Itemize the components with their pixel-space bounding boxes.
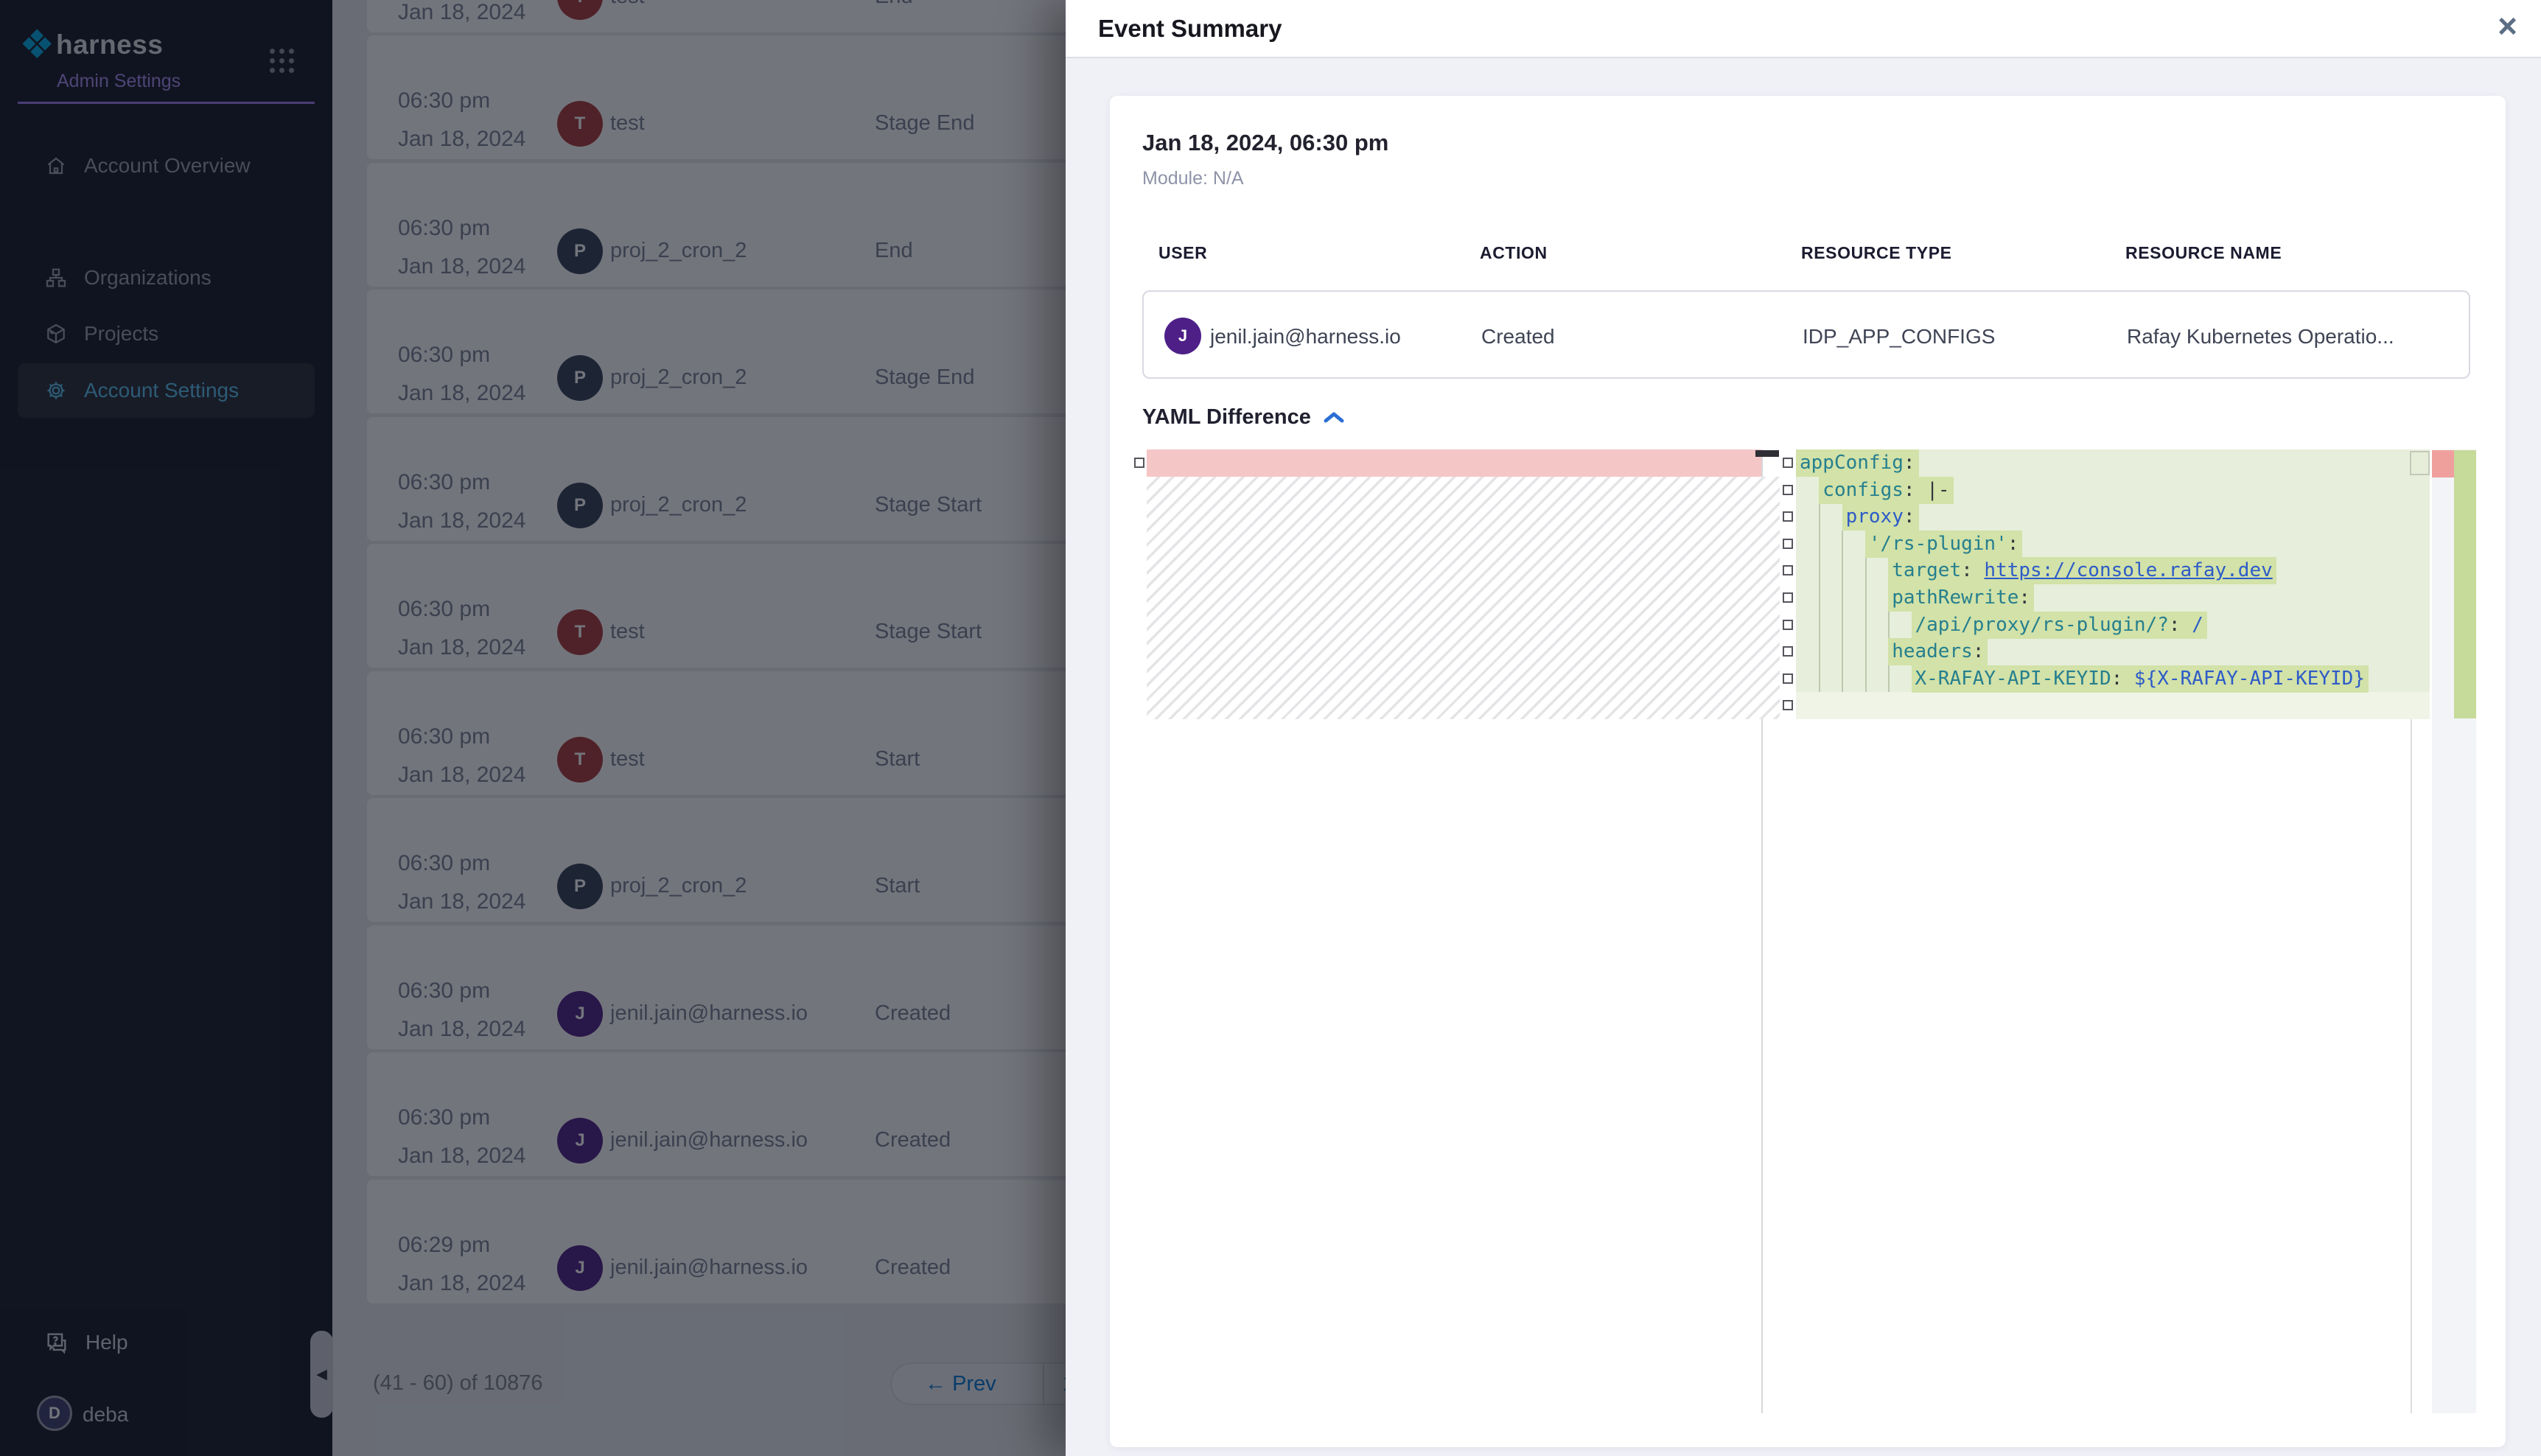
yaml-code-line: appConfig: <box>1796 449 2430 477</box>
yaml-code-line: X-RAFAY-API-KEYID: ${X-RAFAY-API-KEYID} <box>1796 665 2430 693</box>
event-resource-type: IDP_APP_CONFIGS <box>1803 325 1995 349</box>
event-table-row: Jjenil.jain@harness.io Created IDP_APP_CON… <box>1142 290 2470 379</box>
yaml-code-line: pathRewrite: <box>1796 584 2430 612</box>
yaml-token: / <box>2192 614 2203 636</box>
diff-fold-marker[interactable] <box>1783 485 1793 495</box>
yaml-token: ${X-RAFAY-API-KEYID} <box>2134 668 2365 690</box>
event-module: Module: N/A <box>1142 168 1244 189</box>
event-action: Created <box>1481 325 1555 349</box>
drawer-title: Event Summary <box>1098 15 1282 43</box>
diff-fold-marker[interactable] <box>1783 458 1793 468</box>
yaml-code-line: headers: <box>1796 638 2430 665</box>
diff-fold-marker[interactable] <box>1783 620 1793 630</box>
yaml-token: : <box>2111 668 2134 690</box>
event-datetime: Jan 18, 2024, 06:30 pm <box>1142 130 1388 156</box>
yaml-token: : <box>1904 479 1926 501</box>
yaml-code-line: configs: |- <box>1796 477 2430 504</box>
yaml-line-highlight: pathRewrite: <box>1888 584 2034 612</box>
yaml-token: proxy <box>1846 505 1904 528</box>
event-user: jenil.jain@harness.io <box>1210 325 1401 349</box>
diff-fold-marker[interactable] <box>1783 565 1793 575</box>
diff-fold-marker[interactable] <box>1783 646 1793 657</box>
yaml-line-highlight: appConfig: <box>1796 449 1919 477</box>
yaml-token: /api/proxy/rs-plugin/? <box>1915 614 2169 636</box>
yaml-token: target <box>1892 559 1961 581</box>
event-resource-name: Rafay Kubernetes Operatio... <box>2127 325 2394 349</box>
ruler-added-mark <box>2454 450 2476 718</box>
yaml-token: appConfig <box>1800 452 1904 474</box>
yaml-line-highlight: configs: |- <box>1819 477 1953 504</box>
event-column-header: ACTION <box>1480 243 1548 263</box>
yaml-code-line: target: https://console.rafay.dev <box>1796 557 2430 584</box>
yaml-code-line <box>1796 692 2430 719</box>
yaml-line-highlight: target: https://console.rafay.dev <box>1888 557 2276 584</box>
yaml-token: X-RAFAY-API-KEYID <box>1915 668 2111 690</box>
yaml-token: : <box>2007 533 2019 555</box>
diff-fold-marker[interactable] <box>1783 592 1793 603</box>
drawer-header: Event Summary × <box>1066 0 2541 58</box>
yaml-line-highlight: X-RAFAY-API-KEYID: ${X-RAFAY-API-KEYID} <box>1912 665 2369 693</box>
yaml-difference-label: YAML Difference <box>1142 405 1311 430</box>
diff-left-scrollbar-thumb[interactable] <box>1755 450 1779 457</box>
yaml-line-highlight: proxy: <box>1842 503 1919 531</box>
yaml-token: : <box>1961 559 1984 581</box>
close-icon[interactable]: × <box>2498 6 2517 46</box>
yaml-line-highlight: headers: <box>1888 638 1988 665</box>
event-column-header: USER <box>1158 243 1207 263</box>
event-column-header: RESOURCE NAME <box>2125 243 2282 263</box>
yaml-diff-editor: appConfig:configs: |-proxy:'/rs-plugin':… <box>1135 449 2476 1413</box>
diff-fold-marker[interactable] <box>1134 458 1144 468</box>
ruler-removed-mark <box>2432 450 2454 477</box>
yaml-token: : <box>2169 614 2192 636</box>
yaml-difference-header: YAML Difference <box>1142 405 1345 430</box>
yaml-code-line: '/rs-plugin': <box>1796 531 2430 558</box>
screen: ❖ harness Admin Settings Account Overvie… <box>0 0 2541 1456</box>
diff-fold-marker[interactable] <box>1783 511 1793 522</box>
yaml-code-line: proxy: <box>1796 503 2430 531</box>
yaml-token: configs <box>1822 479 1904 501</box>
yaml-line-highlight: '/rs-plugin': <box>1865 531 2023 558</box>
yaml-token: headers <box>1892 640 1973 662</box>
yaml-token: pathRewrite <box>1892 587 2019 609</box>
yaml-token: : <box>1904 505 1915 528</box>
diff-fold-marker[interactable] <box>1783 539 1793 549</box>
event-user-avatar: J <box>1164 318 1201 354</box>
yaml-token: : <box>1904 452 1915 474</box>
event-column-header: RESOURCE TYPE <box>1801 243 1952 263</box>
yaml-link[interactable]: https://console.rafay.dev <box>1984 559 2272 581</box>
diff-fold-marker[interactable] <box>1783 700 1793 710</box>
yaml-token: : <box>2019 587 2030 609</box>
chevron-up-icon[interactable] <box>1323 410 1345 425</box>
yaml-token: : <box>1973 640 1985 662</box>
yaml-line-highlight: /api/proxy/rs-plugin/?: / <box>1912 612 2207 639</box>
yaml-code-line: /api/proxy/rs-plugin/?: / <box>1796 612 2430 639</box>
yaml-token: '/rs-plugin' <box>1869 533 2007 555</box>
yaml-token: |- <box>1926 479 1949 501</box>
diff-fold-marker[interactable] <box>1783 673 1793 684</box>
event-summary-card: Jan 18, 2024, 06:30 pm Module: N/A USER A… <box>1110 96 2506 1447</box>
diff-left-filler <box>1147 477 1780 719</box>
diff-removed-line <box>1147 449 1761 477</box>
event-summary-drawer: Event Summary × Jan 18, 2024, 06:30 pm M… <box>1066 0 2541 1456</box>
